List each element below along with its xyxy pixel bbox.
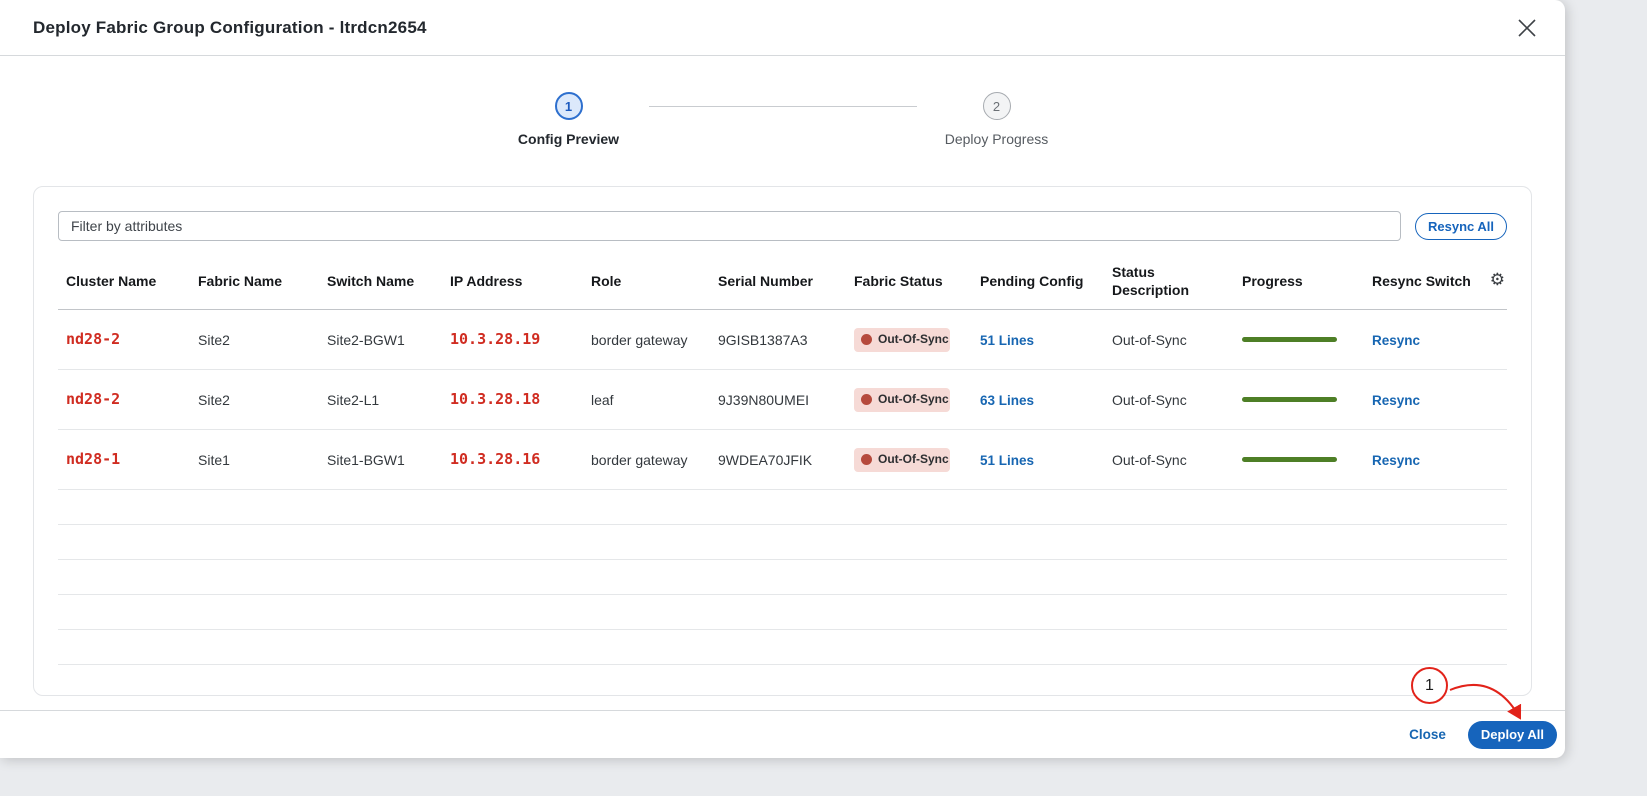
cell-cluster-name: nd28-1 <box>58 444 190 476</box>
empty-table-row <box>58 560 1507 595</box>
close-button[interactable] <box>1513 14 1541 42</box>
pending-config-link[interactable]: 51 Lines <box>980 333 1034 348</box>
status-dot-icon <box>861 454 872 465</box>
table-row: nd28-2 Site2 Site2-BGW1 10.3.28.19 borde… <box>58 310 1507 370</box>
header-serial-number: Serial Number <box>710 266 846 300</box>
table-row: nd28-2 Site2 Site2-L1 10.3.28.18 leaf 9J… <box>58 370 1507 430</box>
filter-input[interactable] <box>58 211 1401 241</box>
switches-table: Cluster Name Fabric Name Switch Name IP … <box>58 257 1507 665</box>
wizard-stepper: 1 Config Preview 2 Deploy Progress <box>0 56 1565 148</box>
cell-ip-address: 10.3.28.16 <box>442 444 583 476</box>
deploy-fabric-group-modal: Deploy Fabric Group Configuration - ltrd… <box>0 0 1565 758</box>
cell-progress <box>1234 391 1364 408</box>
cell-fabric-name: Site2 <box>190 385 319 415</box>
table-toolbar: Resync All <box>58 211 1507 241</box>
modal-header: Deploy Fabric Group Configuration - ltrd… <box>0 0 1565 56</box>
cell-role: border gateway <box>583 325 710 355</box>
progress-bar <box>1242 457 1337 462</box>
annotation-step-circle: 1 <box>1411 667 1448 704</box>
step-deploy-progress[interactable]: 2 Deploy Progress <box>917 92 1077 148</box>
resync-link[interactable]: Resync <box>1372 393 1420 408</box>
cell-serial-number: 9WDEA70JFIK <box>710 445 846 475</box>
header-resync-switch: Resync Switch <box>1364 266 1484 300</box>
header-pending-config: Pending Config <box>972 266 1104 300</box>
stepper-connector-line <box>649 106 917 107</box>
step-1-label: Config Preview <box>518 130 619 148</box>
cell-switch-name: Site2-BGW1 <box>319 325 442 355</box>
cell-fabric-name: Site1 <box>190 445 319 475</box>
cell-serial-number: 9GISB1387A3 <box>710 325 846 355</box>
cell-resync-switch: Resync <box>1364 385 1484 416</box>
close-icon <box>1516 17 1538 39</box>
resync-all-button[interactable]: Resync All <box>1415 213 1507 240</box>
header-ip-address: IP Address <box>442 266 583 300</box>
empty-table-row <box>58 490 1507 525</box>
cell-ip-address: 10.3.28.19 <box>442 324 583 356</box>
modal-title: Deploy Fabric Group Configuration - ltrd… <box>33 18 427 38</box>
status-badge-label: Out-Of-Sync <box>878 452 949 468</box>
status-dot-icon <box>861 334 872 345</box>
status-badge: Out-Of-Sync <box>854 388 950 412</box>
progress-bar <box>1242 397 1337 402</box>
status-dot-icon <box>861 394 872 405</box>
cell-fabric-status: Out-Of-Sync <box>846 442 972 478</box>
cell-status-description: Out-of-Sync <box>1104 385 1234 415</box>
status-badge: Out-Of-Sync <box>854 448 950 472</box>
header-status-description: Status Description <box>1104 257 1234 309</box>
header-switch-name: Switch Name <box>319 266 442 300</box>
status-badge-label: Out-Of-Sync <box>878 392 949 408</box>
header-role: Role <box>583 266 710 300</box>
cell-progress <box>1234 451 1364 468</box>
resync-link[interactable]: Resync <box>1372 453 1420 468</box>
cell-status-description: Out-of-Sync <box>1104 325 1234 355</box>
status-badge: Out-Of-Sync <box>854 328 950 352</box>
resync-link[interactable]: Resync <box>1372 333 1420 348</box>
table-body: nd28-2 Site2 Site2-BGW1 10.3.28.19 borde… <box>58 310 1507 665</box>
step-2-label: Deploy Progress <box>945 130 1049 148</box>
step-1-circle: 1 <box>555 92 583 120</box>
cell-serial-number: 9J39N80UMEI <box>710 385 846 415</box>
cell-switch-name: Site2-L1 <box>319 385 442 415</box>
deploy-all-button[interactable]: Deploy All <box>1468 721 1557 749</box>
cell-fabric-status: Out-Of-Sync <box>846 322 972 358</box>
pending-config-link[interactable]: 63 Lines <box>980 393 1034 408</box>
cell-role: border gateway <box>583 445 710 475</box>
cell-cluster-name: nd28-2 <box>58 384 190 416</box>
cell-role: leaf <box>583 385 710 415</box>
cell-fabric-status: Out-Of-Sync <box>846 382 972 418</box>
cell-switch-name: Site1-BGW1 <box>319 445 442 475</box>
cell-progress <box>1234 331 1364 348</box>
cell-pending-config: 63 Lines <box>972 385 1104 416</box>
cell-pending-config: 51 Lines <box>972 445 1104 476</box>
cell-status-description: Out-of-Sync <box>1104 445 1234 475</box>
cell-fabric-name: Site2 <box>190 325 319 355</box>
cell-resync-switch: Resync <box>1364 445 1484 476</box>
step-2-circle: 2 <box>983 92 1011 120</box>
pending-config-link[interactable]: 51 Lines <box>980 453 1034 468</box>
header-progress: Progress <box>1234 266 1364 300</box>
config-preview-panel: Resync All Cluster Name Fabric Name Swit… <box>33 186 1532 696</box>
cell-resync-switch: Resync <box>1364 325 1484 356</box>
cell-cluster-name: nd28-2 <box>58 324 190 356</box>
modal-footer: Close Deploy All <box>0 710 1565 758</box>
empty-table-row <box>58 595 1507 630</box>
header-cluster-name: Cluster Name <box>58 266 190 300</box>
empty-table-row <box>58 630 1507 665</box>
empty-table-row <box>58 525 1507 560</box>
close-link[interactable]: Close <box>1409 727 1446 742</box>
step-config-preview[interactable]: 1 Config Preview <box>489 92 649 148</box>
status-badge-label: Out-Of-Sync <box>878 332 949 348</box>
column-settings-gear-icon[interactable]: ⚙ <box>1490 271 1507 296</box>
progress-bar <box>1242 337 1337 342</box>
cell-ip-address: 10.3.28.18 <box>442 384 583 416</box>
header-fabric-name: Fabric Name <box>190 266 319 300</box>
table-row: nd28-1 Site1 Site1-BGW1 10.3.28.16 borde… <box>58 430 1507 490</box>
cell-pending-config: 51 Lines <box>972 325 1104 356</box>
header-fabric-status: Fabric Status <box>846 266 972 300</box>
table-header-row: Cluster Name Fabric Name Switch Name IP … <box>58 257 1507 310</box>
